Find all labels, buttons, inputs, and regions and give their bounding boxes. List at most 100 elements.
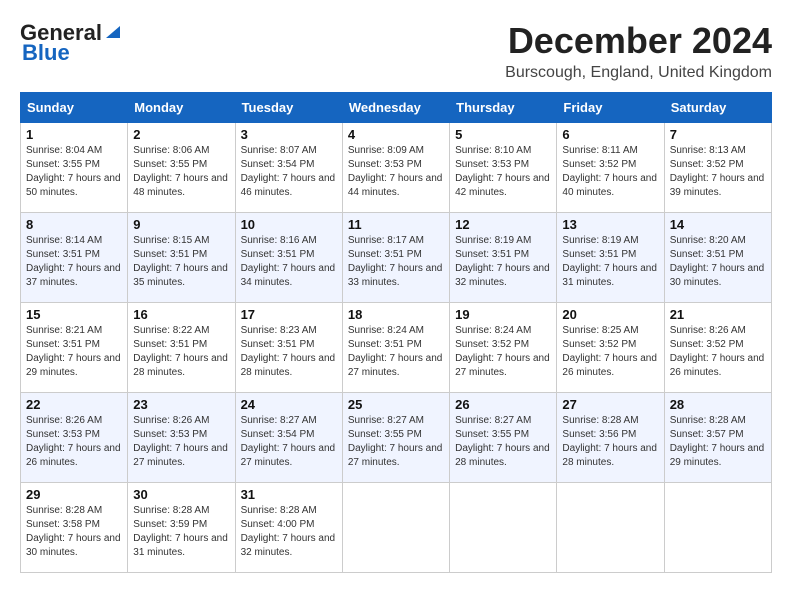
- table-row: 26 Sunrise: 8:27 AMSunset: 3:55 PMDayligh…: [450, 393, 557, 483]
- table-row: 13 Sunrise: 8:19 AMSunset: 3:51 PMDayligh…: [557, 213, 664, 303]
- col-wednesday: Wednesday: [342, 93, 449, 123]
- day-number: 21: [670, 307, 766, 322]
- month-title: December 2024: [505, 20, 772, 62]
- day-info: Sunrise: 8:04 AMSunset: 3:55 PMDaylight:…: [26, 144, 122, 200]
- day-info: Sunrise: 8:06 AMSunset: 3:55 PMDaylight:…: [133, 144, 229, 200]
- table-row: 12Sunrise: 8:19 AMSunset: 3:51 PMDayligh…: [450, 213, 557, 303]
- day-info: Sunrise: 8:28 AMSunset: 3:59 PMDaylight:…: [133, 504, 229, 560]
- table-row: 22 Sunrise: 8:26 AMSunset: 3:53 PMDayligh…: [21, 393, 128, 483]
- day-info: Sunrise: 8:28 AMSunset: 3:57 PMDaylight:…: [670, 414, 766, 470]
- col-monday: Monday: [128, 93, 235, 123]
- table-row: 1 Sunrise: 8:04 AMSunset: 3:55 PMDaylight…: [21, 123, 128, 213]
- col-saturday: Saturday: [664, 93, 771, 123]
- day-number: 5: [455, 127, 551, 142]
- day-info: Sunrise: 8:19 AMSunset: 3:51 PMDaylight:…: [562, 234, 658, 290]
- day-number: 6: [562, 127, 658, 142]
- day-number: 26: [455, 397, 551, 412]
- table-row: 9 Sunrise: 8:15 AMSunset: 3:51 PMDaylight…: [128, 213, 235, 303]
- day-info: Sunrise: 8:13 AMSunset: 3:52 PMDaylight:…: [670, 144, 766, 200]
- day-number: 22: [26, 397, 122, 412]
- table-row: [664, 483, 771, 573]
- day-info: Sunrise: 8:17 AMSunset: 3:51 PMDaylight:…: [348, 234, 444, 290]
- day-info: Sunrise: 8:14 AMSunset: 3:51 PMDaylight:…: [26, 234, 122, 290]
- day-number: 14: [670, 217, 766, 232]
- day-number: 29: [26, 487, 122, 502]
- day-info: Sunrise: 8:16 AMSunset: 3:51 PMDaylight:…: [241, 234, 337, 290]
- day-number: 19: [455, 307, 551, 322]
- day-number: 30: [133, 487, 229, 502]
- day-number: 4: [348, 127, 444, 142]
- logo-blue: Blue: [22, 40, 70, 66]
- table-row: 11 Sunrise: 8:17 AMSunset: 3:51 PMDayligh…: [342, 213, 449, 303]
- day-number: 16: [133, 307, 229, 322]
- day-number: 1: [26, 127, 122, 142]
- day-number: 11: [348, 217, 444, 232]
- logo-icon: [104, 22, 122, 40]
- table-row: 18Sunrise: 8:24 AMSunset: 3:51 PMDayligh…: [342, 303, 449, 393]
- day-number: 13: [562, 217, 658, 232]
- table-row: 28Sunrise: 8:28 AMSunset: 3:57 PMDayligh…: [664, 393, 771, 483]
- day-info: Sunrise: 8:26 AMSunset: 3:53 PMDaylight:…: [133, 414, 229, 470]
- table-row: 29 Sunrise: 8:28 AMSunset: 3:58 PMDayligh…: [21, 483, 128, 573]
- week-row: 1 Sunrise: 8:04 AMSunset: 3:55 PMDaylight…: [21, 123, 772, 213]
- day-number: 24: [241, 397, 337, 412]
- day-info: Sunrise: 8:27 AMSunset: 3:55 PMDaylight:…: [455, 414, 551, 470]
- day-info: Sunrise: 8:15 AMSunset: 3:51 PMDaylight:…: [133, 234, 229, 290]
- table-row: 10 Sunrise: 8:16 AMSunset: 3:51 PMDayligh…: [235, 213, 342, 303]
- header: General Blue December 2024 Burscough, En…: [20, 20, 772, 82]
- col-friday: Friday: [557, 93, 664, 123]
- day-number: 23: [133, 397, 229, 412]
- day-info: Sunrise: 8:07 AMSunset: 3:54 PMDaylight:…: [241, 144, 337, 200]
- table-row: 4Sunrise: 8:09 AMSunset: 3:53 PMDaylight…: [342, 123, 449, 213]
- table-row: 31 Sunrise: 8:28 AMSunset: 4:00 PMDayligh…: [235, 483, 342, 573]
- day-number: 31: [241, 487, 337, 502]
- day-info: Sunrise: 8:22 AMSunset: 3:51 PMDaylight:…: [133, 324, 229, 380]
- table-row: 16 Sunrise: 8:22 AMSunset: 3:51 PMDayligh…: [128, 303, 235, 393]
- day-info: Sunrise: 8:28 AMSunset: 4:00 PMDaylight:…: [241, 504, 337, 560]
- table-row: 21 Sunrise: 8:26 AMSunset: 3:52 PMDayligh…: [664, 303, 771, 393]
- day-number: 17: [241, 307, 337, 322]
- table-row: 25Sunrise: 8:27 AMSunset: 3:55 PMDayligh…: [342, 393, 449, 483]
- day-info: Sunrise: 8:24 AMSunset: 3:51 PMDaylight:…: [348, 324, 444, 380]
- day-number: 20: [562, 307, 658, 322]
- table-row: 27Sunrise: 8:28 AMSunset: 3:56 PMDayligh…: [557, 393, 664, 483]
- col-sunday: Sunday: [21, 93, 128, 123]
- table-row: [342, 483, 449, 573]
- day-info: Sunrise: 8:26 AMSunset: 3:52 PMDaylight:…: [670, 324, 766, 380]
- table-row: 5 Sunrise: 8:10 AMSunset: 3:53 PMDaylight…: [450, 123, 557, 213]
- col-tuesday: Tuesday: [235, 93, 342, 123]
- day-number: 10: [241, 217, 337, 232]
- table-row: 14 Sunrise: 8:20 AMSunset: 3:51 PMDayligh…: [664, 213, 771, 303]
- calendar-header-row: Sunday Monday Tuesday Wednesday Thursday…: [21, 93, 772, 123]
- day-number: 2: [133, 127, 229, 142]
- week-row: 8Sunrise: 8:14 AMSunset: 3:51 PMDaylight…: [21, 213, 772, 303]
- day-info: Sunrise: 8:27 AMSunset: 3:54 PMDaylight:…: [241, 414, 337, 470]
- table-row: [450, 483, 557, 573]
- col-thursday: Thursday: [450, 93, 557, 123]
- week-row: 29 Sunrise: 8:28 AMSunset: 3:58 PMDayligh…: [21, 483, 772, 573]
- table-row: 24 Sunrise: 8:27 AMSunset: 3:54 PMDayligh…: [235, 393, 342, 483]
- week-row: 22 Sunrise: 8:26 AMSunset: 3:53 PMDayligh…: [21, 393, 772, 483]
- table-row: 30 Sunrise: 8:28 AMSunset: 3:59 PMDayligh…: [128, 483, 235, 573]
- table-row: 15Sunrise: 8:21 AMSunset: 3:51 PMDayligh…: [21, 303, 128, 393]
- day-number: 9: [133, 217, 229, 232]
- day-info: Sunrise: 8:28 AMSunset: 3:58 PMDaylight:…: [26, 504, 122, 560]
- day-info: Sunrise: 8:26 AMSunset: 3:53 PMDaylight:…: [26, 414, 122, 470]
- logo: General Blue: [20, 20, 122, 66]
- title-area: December 2024 Burscough, England, United…: [505, 20, 772, 82]
- day-number: 3: [241, 127, 337, 142]
- table-row: 6Sunrise: 8:11 AMSunset: 3:52 PMDaylight…: [557, 123, 664, 213]
- day-info: Sunrise: 8:24 AMSunset: 3:52 PMDaylight:…: [455, 324, 551, 380]
- day-info: Sunrise: 8:10 AMSunset: 3:53 PMDaylight:…: [455, 144, 551, 200]
- day-number: 27: [562, 397, 658, 412]
- table-row: 17Sunrise: 8:23 AMSunset: 3:51 PMDayligh…: [235, 303, 342, 393]
- location-title: Burscough, England, United Kingdom: [505, 64, 772, 82]
- day-info: Sunrise: 8:21 AMSunset: 3:51 PMDaylight:…: [26, 324, 122, 380]
- day-number: 25: [348, 397, 444, 412]
- table-row: 19 Sunrise: 8:24 AMSunset: 3:52 PMDayligh…: [450, 303, 557, 393]
- week-row: 15Sunrise: 8:21 AMSunset: 3:51 PMDayligh…: [21, 303, 772, 393]
- table-row: 23 Sunrise: 8:26 AMSunset: 3:53 PMDayligh…: [128, 393, 235, 483]
- day-info: Sunrise: 8:20 AMSunset: 3:51 PMDaylight:…: [670, 234, 766, 290]
- table-row: 3 Sunrise: 8:07 AMSunset: 3:54 PMDaylight…: [235, 123, 342, 213]
- calendar-table: Sunday Monday Tuesday Wednesday Thursday…: [20, 92, 772, 573]
